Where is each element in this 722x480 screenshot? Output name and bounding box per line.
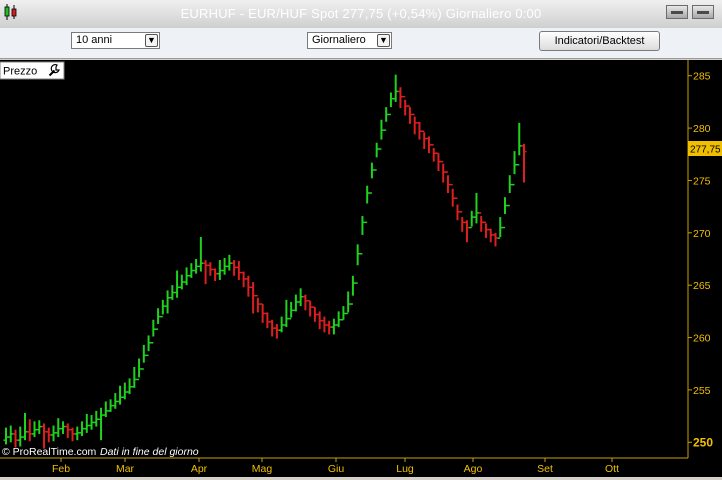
title-bar: EURHUF - EUR/HUF Spot 277,75 (+0,54%) Gi…	[0, 0, 722, 29]
chevron-down-icon: ▼	[145, 34, 158, 47]
price-tick-label: 285	[693, 71, 711, 83]
chevron-down-icon: ▼	[377, 34, 390, 47]
panel-label: Prezzo	[3, 66, 37, 78]
indicators-backtest-button[interactable]: Indicatori/Backtest	[539, 31, 660, 51]
price-tick-label: 250	[693, 435, 713, 449]
time-tick-label: Apr	[191, 463, 208, 475]
timeframe-select[interactable]: Giornaliero ▼	[307, 32, 392, 49]
time-tick-label: Giu	[328, 463, 345, 475]
price-chart-svg[interactable]: 250 255 260 265 270 275 280 285 Feb Mar Apr Mag Giu…	[0, 60, 722, 477]
footer-note: Dati in fine del giorno	[100, 446, 199, 458]
price-tick-label: 275	[693, 175, 711, 187]
time-tick-label: Set	[537, 463, 553, 475]
price-tick-label: 280	[693, 123, 711, 135]
price-tick-label: 260	[693, 333, 711, 345]
window-title: EURHUF - EUR/HUF Spot 277,75 (+0,54%) Gi…	[180, 6, 542, 21]
time-tick-label: Mag	[252, 463, 273, 475]
price-tick-label: 255	[693, 385, 711, 397]
footer-copyright: © ProRealTime.com	[2, 446, 97, 458]
time-tick-label: Feb	[52, 463, 70, 475]
toolbar: 10 anni ▼ Giornaliero ▼ Indicatori/Backt…	[0, 28, 722, 59]
maximize-icon	[697, 11, 709, 14]
price-tick-label: 270	[693, 228, 711, 240]
price-tick-label: 265	[693, 280, 711, 292]
price-axis-area[interactable]	[688, 60, 722, 458]
period-select-value: 10 anni	[76, 34, 113, 46]
current-price-label: 277,75	[690, 145, 721, 156]
time-tick-label: Ott	[605, 463, 619, 475]
plot-area[interactable]	[0, 60, 688, 458]
time-tick-label: Ago	[464, 463, 483, 475]
price-chart[interactable]: 250 255 260 265 270 275 280 285 Feb Mar Apr Mag Giu…	[0, 60, 722, 477]
maximize-button[interactable]	[692, 5, 714, 19]
minimize-icon	[671, 11, 683, 14]
timeframe-select-value: Giornaliero	[312, 34, 366, 46]
minimize-button[interactable]	[666, 5, 688, 19]
period-select[interactable]: 10 anni ▼	[71, 32, 160, 49]
time-tick-label: Lug	[396, 463, 414, 475]
time-tick-label: Mar	[116, 463, 135, 475]
